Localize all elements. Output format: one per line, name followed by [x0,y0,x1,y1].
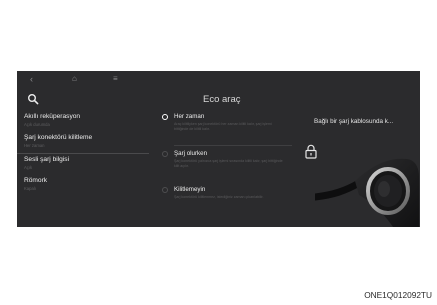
menu-item-label: Sesli şarj bilgisi [24,156,70,163]
menu-item-value: Her zaman [24,143,45,148]
menu-item-value: Kapalı [24,186,36,191]
menu-icon[interactable]: ≡ [113,74,118,84]
home-icon[interactable]: ⌂ [72,74,77,84]
option-description: Şarj konektörü kilitlenmez, istediğiniz … [174,195,264,199]
option-label: Şarj olurken [174,150,208,157]
charging-plug-illustration [315,158,419,227]
option-label: Her zaman [174,113,205,120]
image-code-caption: ONE1Q012092TU [364,290,432,300]
menu-item-connector-lock[interactable]: Şarj konektörü kilitleme Her zaman [17,132,149,154]
radio-unselected[interactable] [162,151,168,157]
menu-item-label: Akıllı reküperasyon [24,113,81,120]
menu-item-label: Şarj konektörü kilitleme [24,134,93,141]
settings-menu: Akıllı reküperasyon Açık durumda Şarj ko… [17,111,149,196]
menu-item-voice-charge-info[interactable]: Sesli şarj bilgisi Açık [17,154,149,175]
screen-title: Eco araç [203,94,241,105]
page: ‹ ⌂ ≡ Eco araç Akıllı reküperasyon Açık … [0,0,437,305]
top-nav-bar: ‹ ⌂ ≡ [17,71,420,89]
back-chevron-icon[interactable]: ‹ [30,74,33,84]
infotainment-screen: ‹ ⌂ ≡ Eco araç Akıllı reküperasyon Açık … [17,71,420,227]
search-icon[interactable] [27,93,39,105]
option-description: Şarj konektörü yalnızca şarj işlemi sıra… [174,159,283,168]
divider [174,145,292,146]
menu-item-smart-regeneration[interactable]: Akıllı reküperasyon Açık durumda [17,111,149,132]
info-text: Bağlı bir şarj kablosunda k... [314,118,394,125]
menu-item-value: Açık [24,165,33,170]
radio-unselected[interactable] [162,187,168,193]
menu-item-label: Römork [24,177,48,184]
radio-selected[interactable] [162,114,168,120]
menu-item-value: Açık durumda [24,122,50,127]
option-label: Kilitlemeyin [174,186,206,193]
option-description: Araç kilitliyken şarj konektörü her zama… [174,122,272,131]
menu-item-trailer[interactable]: Römork Kapalı [17,175,149,196]
